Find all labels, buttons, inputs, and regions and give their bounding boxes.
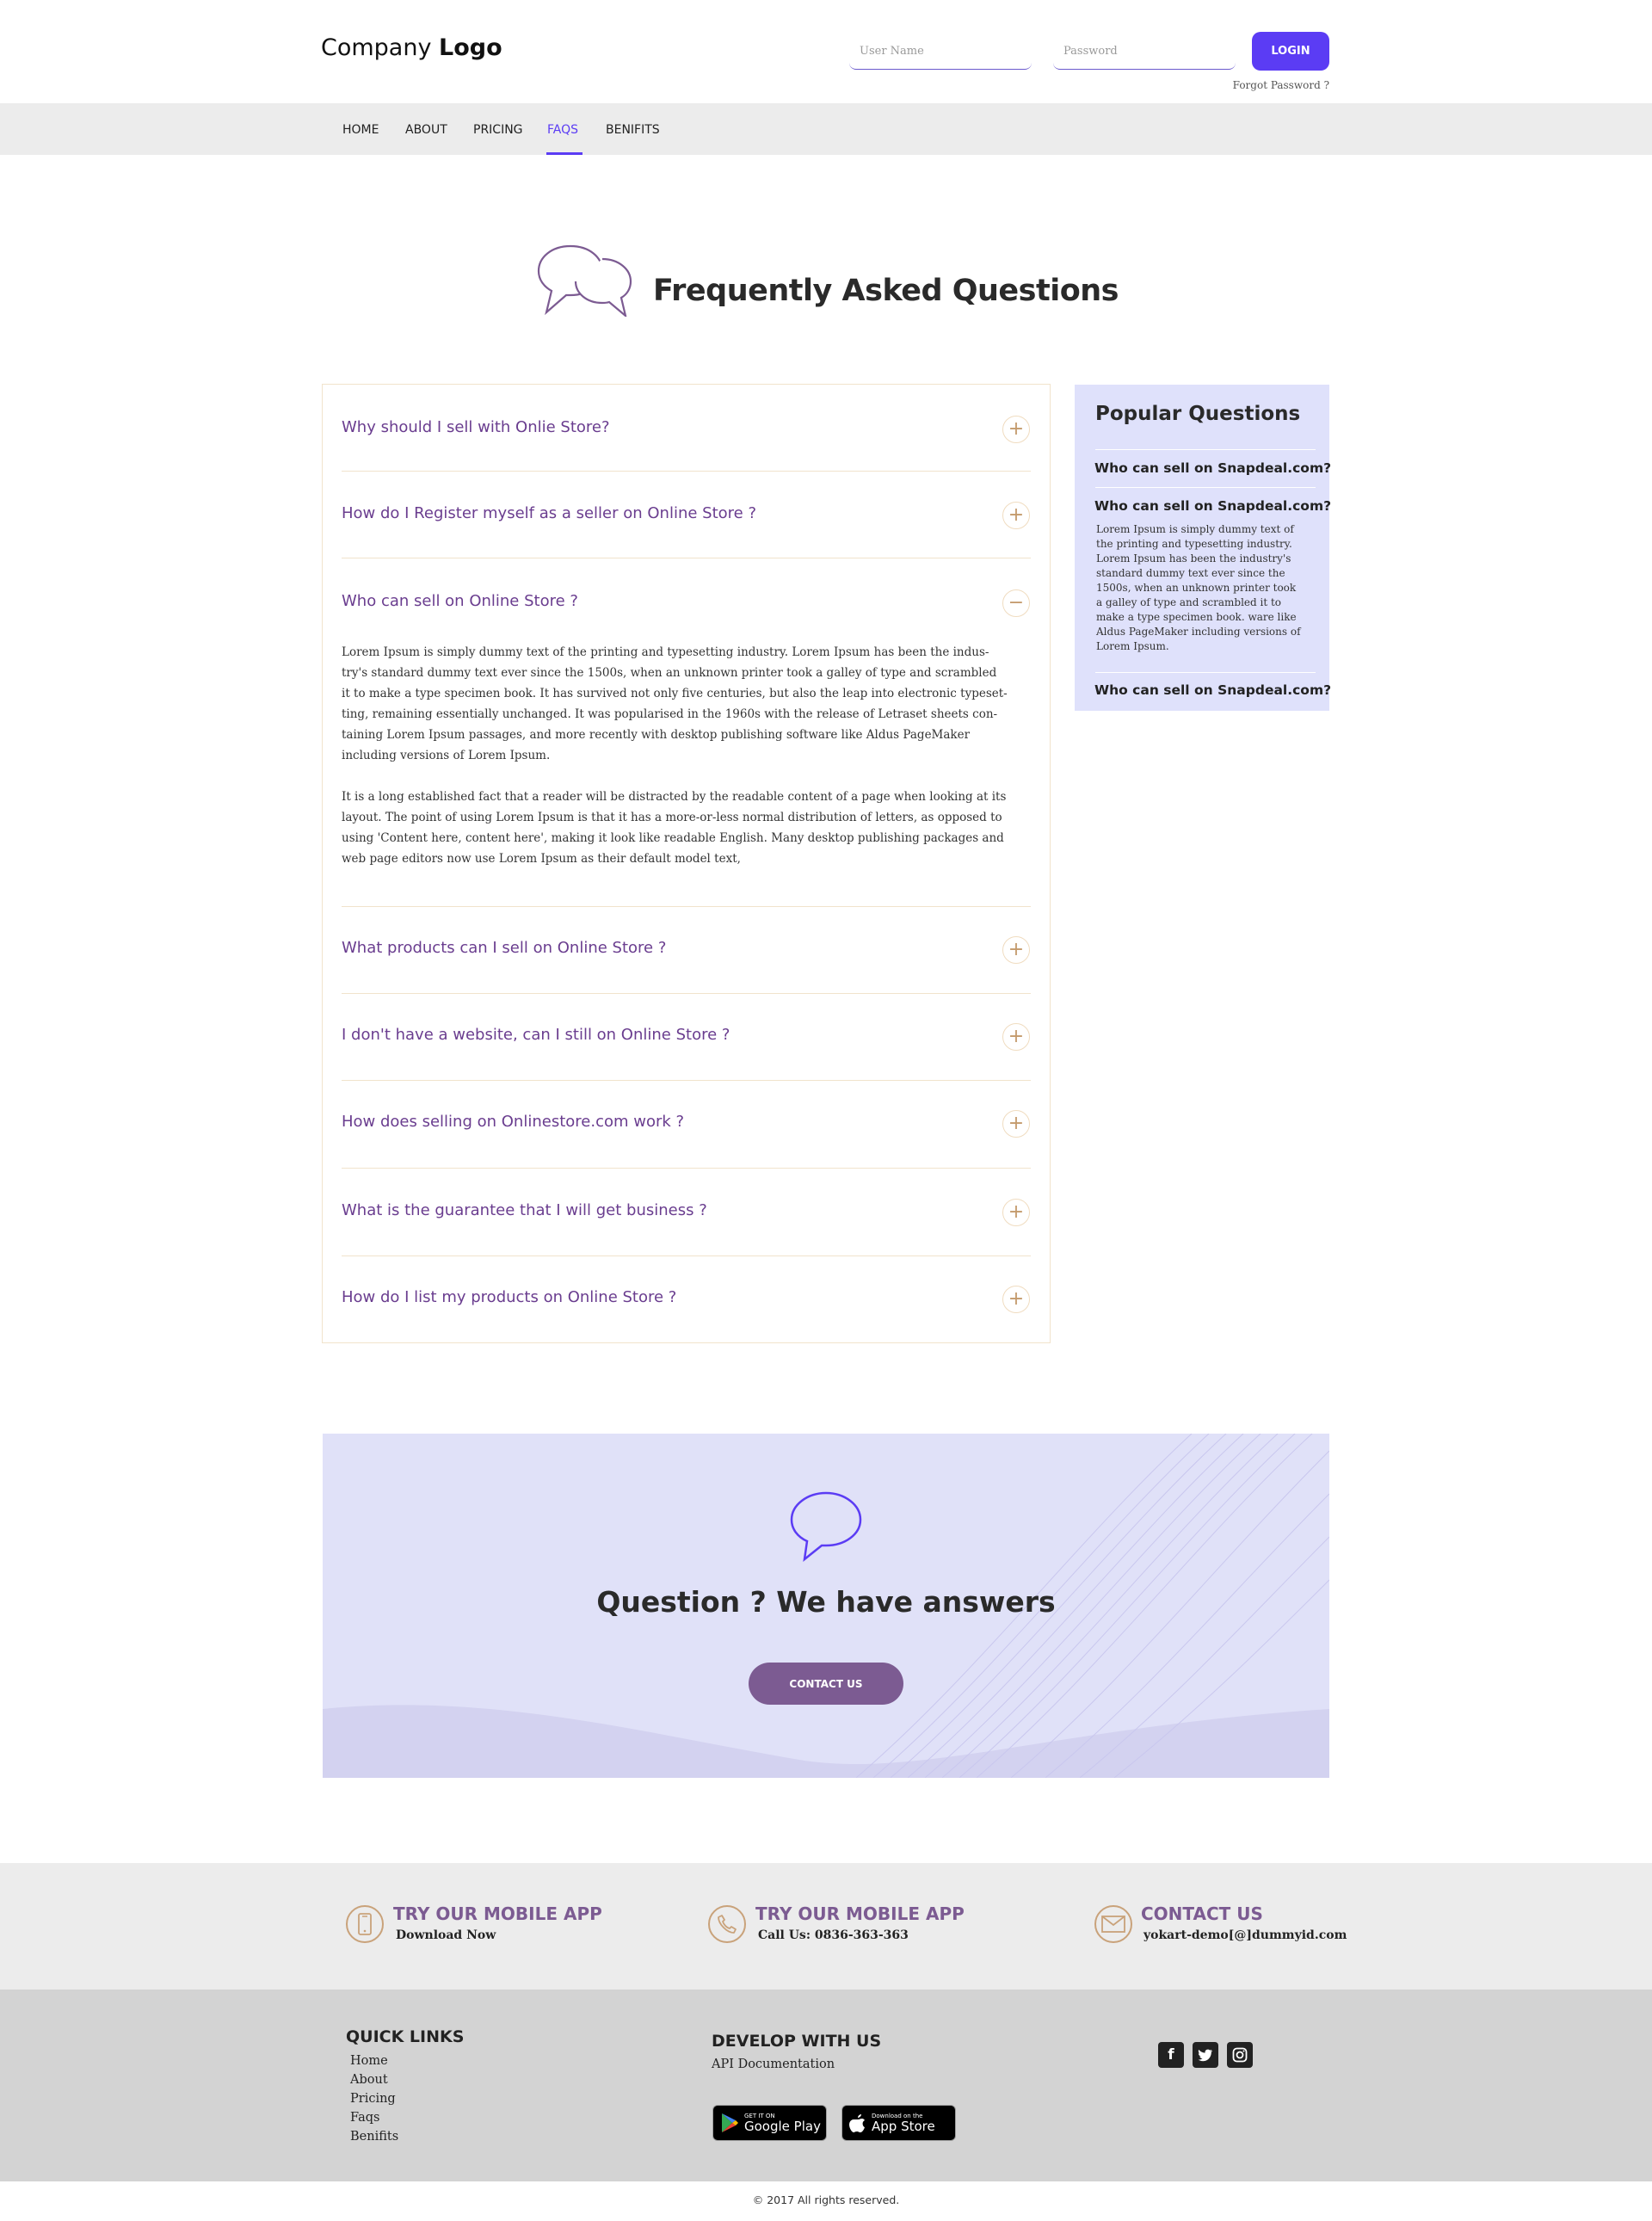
faq-question[interactable]: What products can I sell on Online Store… [342,939,666,957]
faq-divider [342,906,1031,907]
info-title: CONTACT US [1141,1903,1263,1924]
develop-title: DEVELOP WITH US [712,2032,882,2051]
expand-icon[interactable]: + [1002,416,1030,443]
chat-bubbles-icon [537,244,632,317]
expand-icon[interactable]: + [1002,502,1030,529]
popular-divider [1095,449,1316,450]
info-strip [0,1863,1652,1990]
twitter-icon[interactable] [1193,2042,1218,2068]
expand-icon[interactable]: + [1002,1110,1030,1138]
faq-divider [342,1168,1031,1169]
forgot-password-link[interactable]: Forgot Password ? [1205,79,1329,91]
faq-divider [342,471,1031,472]
info-email[interactable]: yokart-demo[@]dummyid.com [1143,1928,1347,1942]
info-subtitle[interactable]: Download Now [396,1928,496,1942]
collapse-icon[interactable]: − [1002,589,1030,617]
faq-question-expanded[interactable]: Who can sell on Online Store ? [342,592,578,610]
company-logo[interactable]: Company Logo [321,34,502,61]
chat-bubble-icon [790,1491,862,1562]
faq-answer-paragraph: It is a long established fact that a rea… [342,790,1007,866]
mobile-phone-icon [346,1905,384,1943]
phone-icon [708,1905,746,1943]
page-title: Frequently Asked Questions [653,274,1119,308]
faq-divider [342,993,1031,994]
faq-divider [342,1255,1031,1256]
password-field[interactable] [1053,34,1236,70]
contact-us-button[interactable]: CONTACT US [749,1663,903,1705]
popular-answer: Lorem Ipsum is simply dummy text of the … [1096,523,1301,652]
quick-links-title: QUICK LINKS [346,2027,465,2046]
footer-link-about[interactable]: About [350,2073,388,2087]
nav-item-faqs[interactable]: FAQS [547,123,578,137]
faq-question[interactable]: I don't have a website, can I still on O… [342,1026,730,1044]
login-button[interactable]: LOGIN [1252,32,1329,71]
faq-divider [342,1080,1031,1081]
nav-item-pricing[interactable]: PRICING [473,123,523,137]
faq-question[interactable]: How do I Register myself as a seller on … [342,504,756,522]
faq-question[interactable]: What is the guarantee that I will get bu… [342,1201,707,1219]
popular-questions-title: Popular Questions [1095,403,1301,425]
expand-icon[interactable]: + [1002,936,1030,964]
nav-item-home[interactable]: HOME [342,123,379,137]
footer-link-pricing[interactable]: Pricing [350,2092,396,2106]
info-subtitle[interactable]: Call Us: 0836-363-363 [758,1928,909,1942]
nav-item-benifits[interactable]: BENIFITS [606,123,660,137]
faq-answer-paragraph: Lorem Ipsum is simply dummy text of the … [342,645,1008,762]
nav-active-indicator [546,152,583,155]
expand-icon[interactable]: + [1002,1199,1030,1226]
faq-question[interactable]: Why should I sell with Onlie Store? [342,418,610,436]
popular-question[interactable]: Who can sell on Snapdeal.com? [1094,682,1331,698]
instagram-icon[interactable] [1227,2042,1253,2068]
faq-question[interactable]: How do I list my products on Online Stor… [342,1288,676,1306]
expand-icon[interactable]: + [1002,1023,1030,1051]
google-play-icon [722,2113,738,2132]
footer [0,1990,1652,2181]
envelope-icon [1094,1905,1132,1943]
popular-question[interactable]: Who can sell on Snapdeal.com? [1094,460,1331,476]
info-title: TRY OUR MOBILE APP [755,1903,965,1924]
apple-icon [849,2114,865,2132]
main-nav [0,103,1652,155]
google-play-button[interactable]: GET IT ON Google Play [712,2105,827,2141]
faq-question[interactable]: How does selling on Onlinestore.com work… [342,1113,684,1131]
footer-link-benifits[interactable]: Benifits [350,2130,398,2144]
footer-link-faqs[interactable]: Faqs [350,2111,379,2125]
username-field[interactable] [849,34,1032,70]
footer-link-home[interactable]: Home [350,2054,388,2068]
popular-divider [1095,672,1316,673]
app-store-button[interactable]: Download on the App Store [841,2105,956,2141]
banner-title: Question ? We have answers [596,1585,1056,1619]
copyright: © 2017 All rights reserved. [752,2193,900,2206]
expand-icon[interactable]: + [1002,1286,1030,1313]
popular-divider [1095,487,1316,488]
facebook-icon[interactable]: f [1158,2042,1184,2068]
nav-item-about[interactable]: ABOUT [405,123,447,137]
popular-question[interactable]: Who can sell on Snapdeal.com? [1094,498,1331,514]
info-title: TRY OUR MOBILE APP [393,1903,602,1924]
api-documentation-link[interactable]: API Documentation [712,2058,835,2071]
